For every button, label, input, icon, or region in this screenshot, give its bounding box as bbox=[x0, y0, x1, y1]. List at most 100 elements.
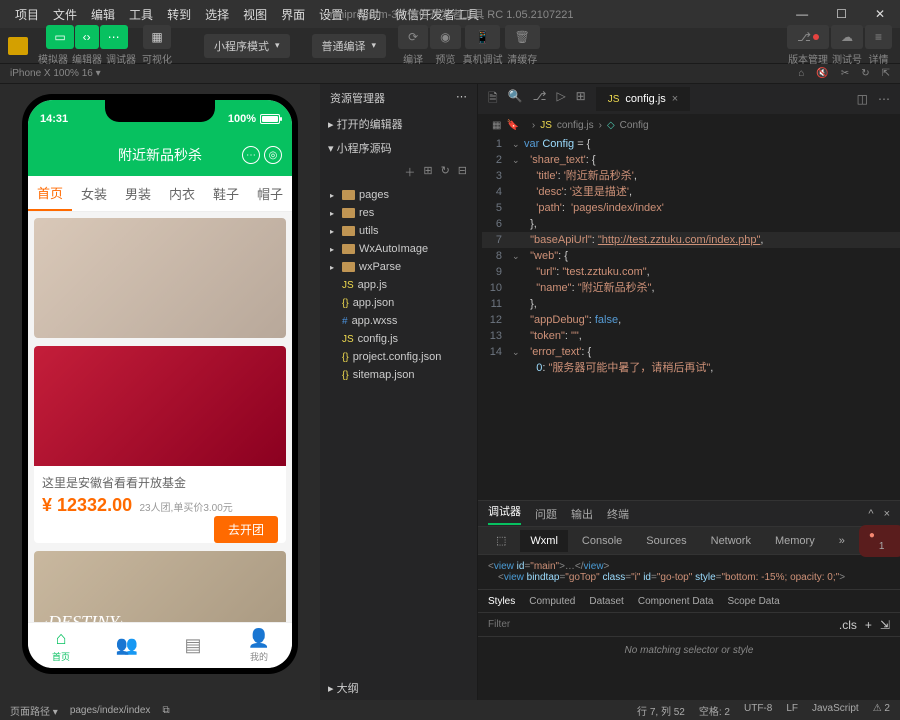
refresh-icon[interactable]: ↻ bbox=[441, 164, 450, 180]
inspect-icon[interactable]: ⬚ bbox=[486, 529, 516, 552]
search-icon[interactable]: 🔍 bbox=[508, 89, 523, 110]
tab-underwear[interactable]: 内衣 bbox=[160, 176, 204, 211]
product-card[interactable] bbox=[34, 218, 286, 338]
file-item[interactable]: JSapp.js bbox=[320, 276, 477, 294]
menu-item[interactable]: 转到 bbox=[160, 6, 198, 23]
bookmark-icon[interactable]: 🔖 bbox=[506, 120, 518, 131]
folder-item[interactable]: res bbox=[320, 204, 477, 222]
maximize-icon[interactable]: ☐ bbox=[829, 7, 854, 21]
tab-console[interactable]: Console bbox=[572, 530, 632, 552]
nav-item[interactable]: ▤ bbox=[160, 623, 226, 668]
layout-icon[interactable]: ▦ bbox=[492, 120, 501, 131]
new-file-icon[interactable]: ＋ bbox=[404, 164, 415, 180]
nav-item[interactable]: 👥 bbox=[94, 623, 160, 668]
product-card[interactable]: 这里是安徽省看看开放基金 ¥ 12332.00 23人团,单买价3.00元 去开… bbox=[34, 346, 286, 543]
debugger-button[interactable]: ⋯ bbox=[100, 25, 128, 49]
mode-select[interactable]: 小程序模式 bbox=[204, 34, 290, 58]
cls-toggle[interactable]: .cls bbox=[839, 618, 857, 632]
add-icon[interactable]: + bbox=[865, 618, 872, 632]
debug-icon[interactable]: ▷ bbox=[556, 89, 565, 110]
menu-item[interactable]: 编辑 bbox=[84, 6, 122, 23]
file-item[interactable]: #app.wxss bbox=[320, 312, 477, 330]
copy-icon[interactable]: ⧉ bbox=[162, 705, 169, 716]
menu-item[interactable]: 项目 bbox=[8, 6, 46, 23]
file-item[interactable]: JSconfig.js bbox=[320, 330, 477, 348]
file-item[interactable]: {}project.config.json bbox=[320, 348, 477, 366]
popout-icon[interactable]: ⇱ bbox=[882, 68, 890, 79]
tab-memory[interactable]: Memory bbox=[765, 530, 825, 552]
clear-cache-button[interactable]: 🗑 bbox=[505, 25, 540, 49]
remote-debug-button[interactable]: 📱 bbox=[465, 25, 500, 49]
status-eol[interactable]: LF bbox=[786, 703, 798, 718]
nav-mine[interactable]: 👤 我的 bbox=[226, 623, 292, 668]
folder-item[interactable]: wxParse bbox=[320, 258, 477, 276]
menu-item[interactable]: 文件 bbox=[46, 6, 84, 23]
file-item[interactable]: {}app.json bbox=[320, 294, 477, 312]
menu-item[interactable]: 界面 bbox=[274, 6, 312, 23]
section-source[interactable]: 小程序源码 bbox=[320, 136, 477, 160]
detail-button[interactable]: ≡ bbox=[865, 25, 892, 49]
status-pos[interactable]: 行 7, 列 52 bbox=[637, 703, 685, 718]
mute-icon[interactable]: 🔇 bbox=[816, 68, 828, 79]
breadcrumb[interactable]: ▦ 🔖 › JS config.js › ◇ Config bbox=[478, 114, 900, 136]
editor-tab[interactable]: JS config.js × bbox=[596, 87, 691, 111]
crumb-item[interactable]: Config bbox=[620, 120, 649, 131]
split-icon[interactable]: ◫ bbox=[857, 92, 868, 106]
cut-icon[interactable]: ✂ bbox=[841, 68, 849, 79]
wxml-tree[interactable]: <view id="main">…</view> <view bindtap="… bbox=[478, 555, 900, 589]
branch-icon[interactable]: ⎇ bbox=[533, 89, 547, 110]
ext-icon[interactable]: ⊞ bbox=[576, 89, 586, 110]
product-card[interactable]: ‹DESTINY›Natural Style of Hunn bbox=[34, 551, 286, 622]
style-filter-input[interactable] bbox=[488, 619, 839, 630]
status-encoding[interactable]: UTF-8 bbox=[744, 703, 772, 718]
chevron-up-icon[interactable]: ^ bbox=[868, 508, 873, 520]
tab-hats[interactable]: 帽子 bbox=[248, 176, 292, 211]
more-icon[interactable]: ⋯ bbox=[878, 92, 890, 106]
nav-home[interactable]: ⌂首页 bbox=[28, 623, 94, 668]
more-icon[interactable]: ⋯ bbox=[456, 90, 467, 106]
tab-component[interactable]: Component Data bbox=[638, 596, 714, 607]
folder-item[interactable]: pages bbox=[320, 186, 477, 204]
tab-sources[interactable]: Sources bbox=[636, 530, 696, 552]
menu-item[interactable]: 工具 bbox=[122, 6, 160, 23]
content-scroll[interactable]: 这里是安徽省看看开放基金 ¥ 12332.00 23人团,单买价3.00元 去开… bbox=[28, 212, 292, 622]
file-item[interactable]: {}sitemap.json bbox=[320, 366, 477, 384]
status-lang[interactable]: JavaScript bbox=[812, 703, 859, 718]
visual-button[interactable]: ▦ bbox=[143, 25, 170, 49]
version-button[interactable]: ⎇ bbox=[787, 25, 829, 49]
page-path-value[interactable]: pages/index/index bbox=[70, 705, 151, 716]
code-area[interactable]: 1⌄var Config = {2⌄ 'share_text': {3 'tit… bbox=[478, 136, 900, 500]
device-select[interactable]: iPhone X 100% 16 ▾ bbox=[10, 68, 101, 79]
menu-item[interactable]: 选择 bbox=[198, 6, 236, 23]
section-outline[interactable]: 大纲 bbox=[320, 676, 477, 700]
section-open-editors[interactable]: 打开的编辑器 bbox=[320, 112, 477, 136]
tab-wxml[interactable]: Wxml bbox=[520, 530, 568, 552]
devtools-tab-terminal[interactable]: 终端 bbox=[607, 506, 629, 522]
tab-network[interactable]: Network bbox=[701, 530, 761, 552]
buy-button[interactable]: 去开团 bbox=[214, 516, 278, 543]
tab-styles[interactable]: Styles bbox=[488, 596, 515, 607]
tab-men[interactable]: 男装 bbox=[116, 176, 160, 211]
home-icon[interactable]: ⌂ bbox=[798, 68, 804, 79]
tab-home[interactable]: 首页 bbox=[28, 176, 72, 211]
pin-icon[interactable]: ⇲ bbox=[880, 618, 890, 632]
rotate-icon[interactable]: ↻ bbox=[861, 68, 869, 79]
crumb-item[interactable]: config.js bbox=[557, 120, 594, 131]
close-icon[interactable]: ✕ bbox=[868, 7, 892, 21]
devtools-tab-problems[interactable]: 问题 bbox=[535, 506, 557, 522]
compile-select[interactable]: 普通编译 bbox=[312, 34, 387, 58]
folder-item[interactable]: WxAutoImage bbox=[320, 240, 477, 258]
tab-dataset[interactable]: Dataset bbox=[589, 596, 623, 607]
compile-button[interactable]: ⟳ bbox=[398, 25, 428, 49]
status-indent[interactable]: 空格: 2 bbox=[699, 703, 730, 718]
preview-button[interactable]: ◉ bbox=[430, 25, 460, 49]
collapse-icon[interactable]: ⊟ bbox=[458, 164, 467, 180]
test-button[interactable]: ☁ bbox=[831, 25, 863, 49]
status-bell[interactable]: ⚠ 2 bbox=[873, 703, 890, 718]
capsule-menu-icon[interactable]: ⋯ bbox=[242, 146, 260, 164]
devtools-tab-output[interactable]: 输出 bbox=[571, 506, 593, 522]
simulator-button[interactable]: ▭ bbox=[46, 25, 73, 49]
page-path-select[interactable]: 页面路径 ▾ bbox=[10, 703, 58, 718]
editor-button[interactable]: ‹› bbox=[75, 25, 99, 49]
menu-item[interactable]: 视图 bbox=[236, 6, 274, 23]
